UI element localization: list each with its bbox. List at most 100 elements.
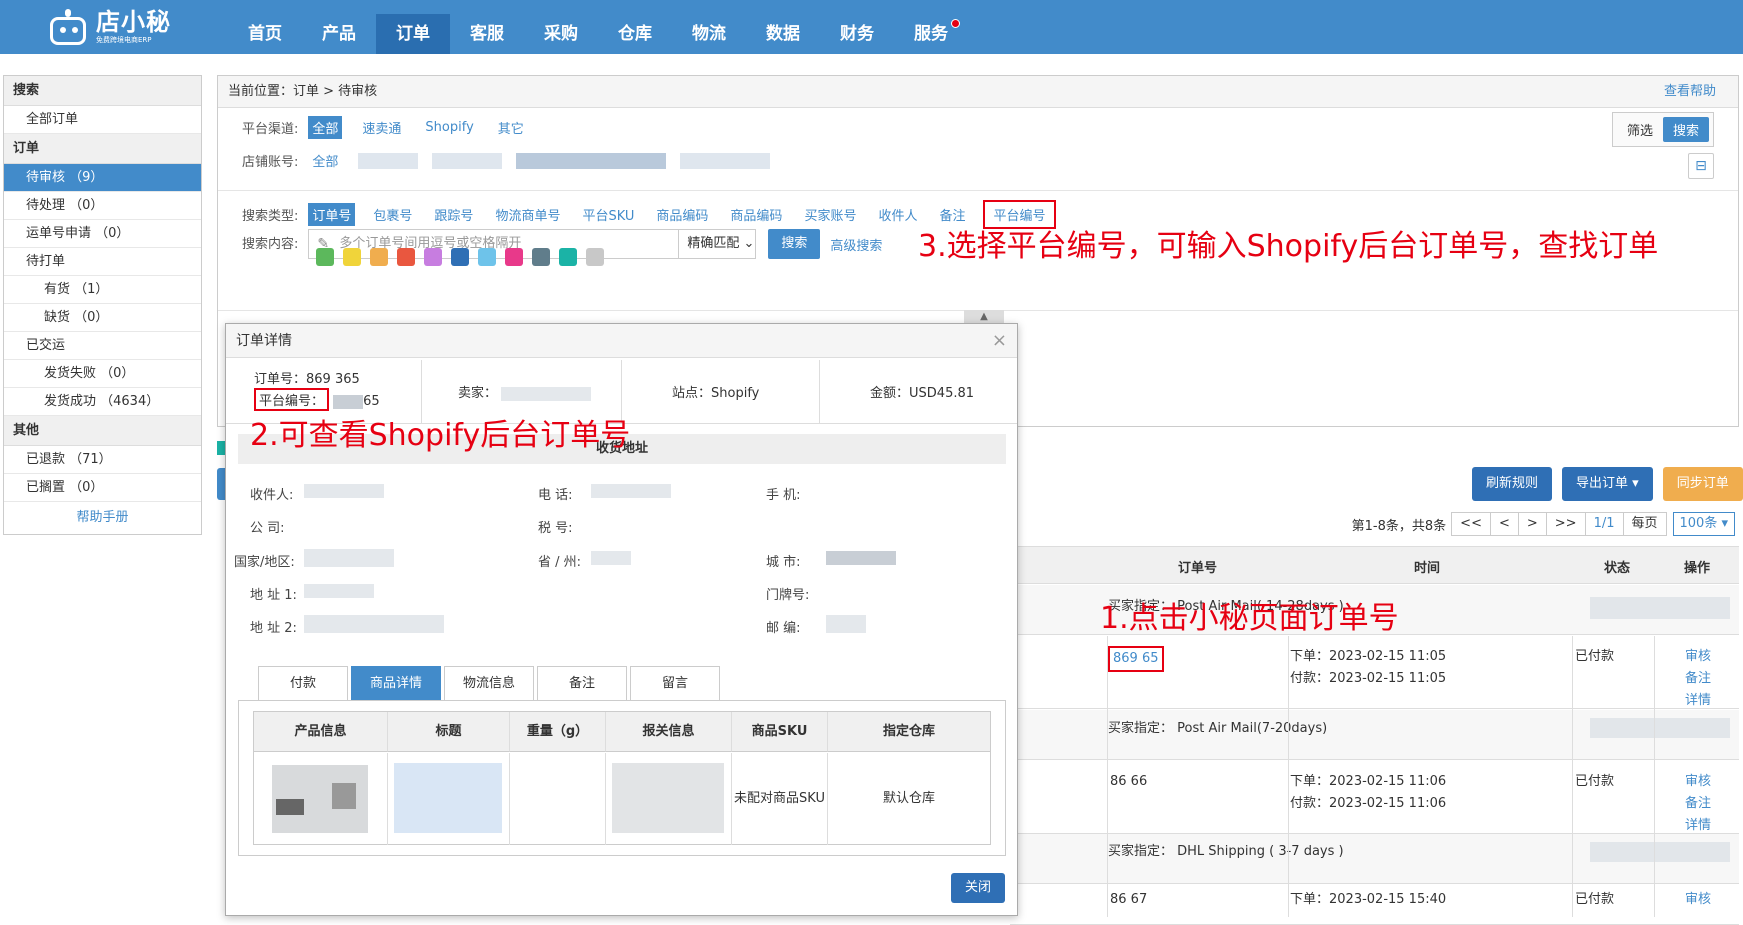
nav-products[interactable]: 产品 [302, 14, 376, 54]
buyer-shipping-text: 买家指定： DHL Shipping ( 3-7 days ) [1108, 844, 1344, 859]
sidebar-item-out-of-stock[interactable]: 缺货 （0） [4, 304, 201, 332]
sidebar-item-shelved[interactable]: 已搁置 （0） [4, 474, 201, 502]
tab-logistics[interactable]: 物流信息 [444, 666, 534, 700]
summary-site: 站点：Shopify [622, 360, 820, 423]
type-buyer-account[interactable]: 买家账号 [800, 203, 860, 226]
order-id-link[interactable]: 86 67 [1110, 889, 1147, 911]
tab-payment[interactable]: 付款 [258, 666, 348, 700]
type-package-no[interactable]: 包裹号 [369, 203, 416, 226]
nav-logistics[interactable]: 物流 [672, 14, 746, 54]
next-page-button[interactable]: > [1517, 512, 1547, 536]
remark-link[interactable]: 备注 [1685, 668, 1711, 690]
order-id-link[interactable]: 86 66 [1110, 771, 1147, 793]
product-title-cell [388, 753, 510, 845]
product-image[interactable] [272, 765, 368, 833]
sync-orders-button[interactable]: 同步订单 [1662, 467, 1743, 501]
color-tag-11[interactable] [586, 248, 604, 266]
nav-orders[interactable]: 订单 [376, 14, 450, 54]
redacted-block [304, 484, 384, 498]
match-mode-select[interactable]: 精确匹配 ⌄ [678, 229, 757, 259]
nav-services[interactable]: 服务 [894, 14, 968, 54]
color-tag-10[interactable] [559, 248, 577, 266]
color-tag-8[interactable] [505, 248, 523, 266]
sidebar-item-pending[interactable]: 待处理 （0） [4, 192, 201, 220]
color-tag-7[interactable] [478, 248, 496, 266]
receiver-label: 收件人: [250, 488, 294, 503]
type-carrier-no[interactable]: 物流商单号 [491, 203, 564, 226]
time-cell: 下单：2023-02-15 11:06 付款：2023-02-15 11:06 [1290, 771, 1446, 815]
page-indicator[interactable]: 1/1 [1584, 512, 1624, 536]
tab-message[interactable]: 留言 [630, 666, 720, 700]
review-link[interactable]: 审核 [1685, 771, 1711, 793]
prev-page-button[interactable]: < [1489, 512, 1519, 536]
collapse-arrow-icon[interactable]: ▲ [964, 310, 1004, 324]
color-tag-9[interactable] [532, 248, 550, 266]
redacted-block [591, 484, 671, 498]
last-page-button[interactable]: >> [1545, 512, 1586, 536]
export-orders-button[interactable]: 导出订单 ▾ [1562, 467, 1653, 501]
shop-account-redacted[interactable] [358, 152, 419, 169]
top-search-button[interactable]: 搜索 [1662, 117, 1709, 142]
color-tag-3[interactable] [370, 248, 388, 266]
color-tag-6[interactable] [451, 248, 469, 266]
nav-purchasing[interactable]: 采购 [524, 14, 598, 54]
channel-all[interactable]: 全部 [308, 116, 343, 139]
nav-home[interactable]: 首页 [228, 14, 302, 54]
sidebar-item-in-stock[interactable]: 有货 （1） [4, 276, 201, 304]
collapse-panel-icon[interactable]: ⊟ [1688, 153, 1714, 179]
channel-aliexpress[interactable]: 速卖通 [358, 116, 405, 139]
product-image-cell [254, 753, 388, 845]
review-link[interactable]: 审核 [1685, 889, 1711, 911]
sidebar-item-waybill[interactable]: 运单号申请 （0） [4, 220, 201, 248]
search-content-label: 搜索内容: [242, 237, 299, 252]
view-help-link[interactable]: 查看帮助 [1664, 76, 1716, 108]
sidebar-heading-search: 搜索 [4, 76, 201, 106]
order-id-link[interactable]: 869 65 [1108, 646, 1164, 672]
shop-all[interactable]: 全部 [308, 149, 342, 172]
filter-button-group: 筛选 搜索 [1611, 112, 1714, 147]
type-recipient[interactable]: 收件人 [874, 203, 921, 226]
sidebar-item-pending-review[interactable]: 待审核 （9） [4, 164, 201, 192]
search-button[interactable]: 搜索 [768, 229, 821, 259]
review-link[interactable]: 审核 [1685, 646, 1711, 668]
remark-link[interactable]: 备注 [1685, 793, 1711, 815]
tab-remark[interactable]: 备注 [537, 666, 627, 700]
refresh-rules-button[interactable]: 刷新规则 [1472, 467, 1553, 501]
nav-data[interactable]: 数据 [746, 14, 820, 54]
type-platform-sku[interactable]: 平台SKU [578, 203, 638, 226]
channel-shopify[interactable]: Shopify [421, 118, 477, 137]
color-tag-2[interactable] [343, 248, 361, 266]
nav-warehouse[interactable]: 仓库 [598, 14, 672, 54]
tab-product-detail[interactable]: 商品详情 [351, 666, 441, 700]
close-icon[interactable]: × [992, 330, 1007, 351]
logo[interactable]: 店小秘 免费跨境电商ERP [46, 3, 206, 51]
type-order-no[interactable]: 订单号 [308, 203, 356, 226]
shop-account-redacted[interactable] [432, 152, 503, 169]
col-title: 标题 [388, 712, 510, 752]
shop-account-redacted[interactable] [680, 152, 771, 169]
sidebar-item-ship-failed[interactable]: 发货失败 （0） [4, 360, 201, 388]
color-tag-4[interactable] [397, 248, 415, 266]
detail-link[interactable]: 详情 [1685, 690, 1711, 712]
per-page-select[interactable]: 100条 ▾ [1672, 512, 1735, 536]
close-button[interactable]: 关闭 [951, 873, 1005, 903]
advanced-search-link[interactable]: 高级搜索 [830, 235, 882, 254]
color-tag-1[interactable] [316, 248, 334, 266]
sidebar-item-ship-success[interactable]: 发货成功 （4634） [4, 388, 201, 416]
nav-customer-service[interactable]: 客服 [450, 14, 524, 54]
type-product-code-2[interactable]: 商品编码 [726, 203, 786, 226]
filter-button[interactable]: 筛选 [1617, 117, 1663, 142]
sidebar-item-all-orders[interactable]: 全部订单 [4, 106, 201, 134]
channel-other[interactable]: 其它 [494, 116, 528, 139]
sidebar-item-refunded[interactable]: 已退款 （71） [4, 446, 201, 474]
first-page-button[interactable]: << [1451, 512, 1491, 536]
type-product-code[interactable]: 商品编码 [652, 203, 712, 226]
color-tag-5[interactable] [424, 248, 442, 266]
sidebar-help-manual[interactable]: 帮助手册 [4, 502, 201, 534]
shop-account-redacted[interactable] [516, 152, 667, 169]
annotation-step-3: 3.选择平台编号，可输入Shopify后台订单号，查找订单 [918, 229, 1659, 264]
type-tracking-no[interactable]: 跟踪号 [430, 203, 477, 226]
nav-finance[interactable]: 财务 [820, 14, 894, 54]
notification-dot-icon [951, 19, 960, 28]
annotation-step-1: 1.点击小秘页面订单号 [1100, 601, 1399, 636]
